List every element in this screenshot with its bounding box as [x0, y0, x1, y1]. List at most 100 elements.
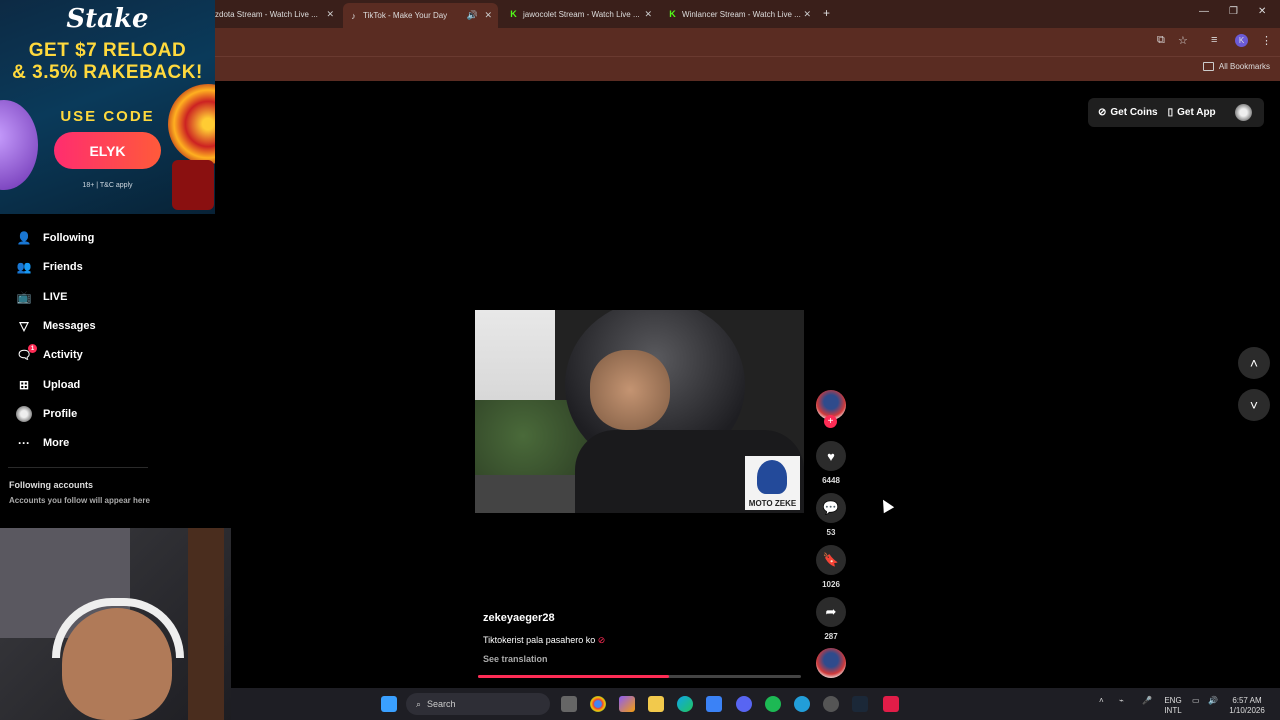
edge-icon[interactable]	[677, 696, 693, 712]
sidebar-item-profile[interactable]: Profile	[16, 406, 77, 422]
all-bookmarks[interactable]: All Bookmarks	[1202, 62, 1270, 71]
video-author[interactable]: zekeyaeger28	[483, 612, 555, 624]
phone-icon: ▯	[1167, 107, 1174, 118]
person-icon: 👤	[16, 231, 32, 245]
profile-icon	[16, 406, 32, 422]
tiktok-icon: ♪	[351, 10, 356, 21]
star-icon[interactable]: ☆	[1178, 34, 1188, 47]
clock-date: 1/10/2026	[1229, 706, 1265, 715]
clock-time: 6:57 AM	[1232, 696, 1262, 705]
comment-count: 53	[826, 528, 836, 537]
install-icon[interactable]: ⧉	[1157, 34, 1165, 47]
see-translation-link[interactable]: See translation	[483, 654, 548, 664]
menu-icon[interactable]: ⋮	[1261, 34, 1272, 47]
steam-icon[interactable]	[852, 696, 868, 712]
sidebar-item-label: More	[43, 437, 70, 449]
moto-zeke-logo: MOTO ZEKE	[745, 456, 800, 510]
folder-icon	[1202, 62, 1214, 71]
video-face	[590, 350, 670, 430]
all-bookmarks-label: All Bookmarks	[1218, 62, 1270, 71]
stake-logo: Stake	[66, 4, 149, 34]
kick-icon: K	[510, 9, 517, 19]
user-avatar[interactable]	[1235, 104, 1252, 121]
sidebar-item-live[interactable]: 📺 LIVE	[16, 289, 68, 305]
task-view-icon[interactable]	[561, 696, 577, 712]
follow-plus-icon[interactable]: +	[824, 415, 837, 428]
get-app-label: Get App	[1177, 107, 1216, 118]
chevron-down-icon: ˅	[1249, 397, 1259, 413]
volume-icon[interactable]: 🔊	[1208, 696, 1218, 706]
language-indicator[interactable]: ENG INTL	[1162, 696, 1184, 716]
close-window-icon[interactable]: ✕	[1258, 6, 1266, 17]
video-caption: Tiktokerist pala pasahero ko ⊘	[483, 635, 605, 646]
no-entry-icon: ⊘	[597, 635, 606, 645]
display-icon[interactable]: ▭	[1192, 696, 1200, 706]
upload-icon: ⊞	[18, 378, 30, 392]
sound-avatar[interactable]	[816, 648, 846, 678]
heart-icon: ♥	[827, 448, 835, 464]
ad-headline-1: GET $7 RELOAD	[28, 40, 187, 61]
get-coins-button[interactable]: ⊘ Get Coins	[1098, 107, 1158, 118]
close-icon[interactable]: ✕	[326, 9, 334, 20]
tray-chevron-icon[interactable]: ˄	[1099, 696, 1104, 706]
sidebar-item-more[interactable]: ··· More	[16, 435, 69, 451]
sidebar-item-label: Upload	[43, 379, 81, 391]
close-icon[interactable]: ✕	[803, 9, 811, 20]
previous-video-button[interactable]: ˄	[1238, 347, 1270, 379]
messages-icon: ▽	[19, 319, 29, 333]
speaker-icon[interactable]: 🔊	[467, 10, 478, 21]
sidebar-divider	[8, 467, 148, 468]
store-icon[interactable]	[706, 696, 722, 712]
like-button[interactable]: ♥	[816, 441, 846, 471]
save-button[interactable]: 🔖	[816, 545, 846, 575]
clock[interactable]: 6:57 AM 1/10/2026	[1224, 696, 1270, 716]
stake-ad-overlay: Stake GET $7 RELOAD & 3.5% RAKEBACK! USE…	[0, 0, 215, 214]
file-explorer-icon[interactable]	[648, 696, 664, 712]
tab-title: kzdota Stream - Watch Live ...	[211, 9, 318, 19]
spotify-icon[interactable]	[765, 696, 781, 712]
windows-start-icon[interactable]	[381, 696, 397, 712]
steam-helper-icon[interactable]	[823, 696, 839, 712]
app-icon[interactable]	[883, 696, 899, 712]
sidebar-item-friends[interactable]: 👥 Friends	[16, 259, 83, 275]
close-icon[interactable]: ✕	[644, 9, 652, 20]
close-icon[interactable]: ✕	[484, 10, 492, 21]
chrome-icon[interactable]	[590, 696, 606, 712]
next-video-button[interactable]: ˅	[1238, 389, 1270, 421]
sidebar-item-activity[interactable]: 🗨 1 Activity	[16, 344, 83, 363]
minimize-icon[interactable]: —	[1199, 6, 1209, 17]
caption-text: Tiktokerist pala pasahero ko	[483, 635, 596, 645]
friends-icon: 👥	[16, 260, 32, 274]
video-player[interactable]: MOTO ZEKE	[475, 310, 804, 513]
microphone-icon[interactable]: 🎤	[1142, 696, 1152, 706]
tab-jawocolet[interactable]: K jawocolet Stream - Watch Live ... ✕	[503, 4, 658, 24]
get-app-button[interactable]: ▯ Get App	[1168, 107, 1216, 118]
sidebar-item-upload[interactable]: ⊞ Upload	[16, 377, 80, 393]
like-count: 6448	[822, 476, 840, 485]
notification-badge: 1	[28, 344, 37, 353]
new-tab-button[interactable]: +	[823, 6, 830, 20]
language-layout: INTL	[1164, 706, 1182, 715]
share-button[interactable]: ➦	[816, 597, 846, 627]
media-icon[interactable]: ≡	[1211, 34, 1217, 46]
video-progress-bar[interactable]	[478, 675, 801, 678]
sidebar-item-label: LIVE	[43, 291, 68, 303]
tab-winlancer[interactable]: K Winlancer Stream - Watch Live ... ✕	[662, 4, 817, 24]
comment-button[interactable]: 💬	[816, 493, 846, 523]
tab-tiktok[interactable]: ♪ TikTok - Make Your Day 🔊 ✕	[343, 3, 498, 28]
profile-avatar-icon[interactable]: K	[1235, 34, 1248, 47]
tab-title: jawocolet Stream - Watch Live ...	[523, 9, 640, 19]
discord-icon[interactable]	[736, 696, 752, 712]
comment-icon: 💬	[822, 500, 840, 515]
sidebar-item-messages[interactable]: ▽ Messages	[16, 318, 95, 334]
network-icon[interactable]: ⌁	[1119, 696, 1124, 706]
live-icon: 📺	[16, 290, 32, 304]
telegram-icon[interactable]	[794, 696, 810, 712]
tab-kzdota[interactable]: kzdota Stream - Watch Live ... ✕	[205, 4, 340, 24]
language-code: ENG	[1164, 696, 1182, 705]
restore-icon[interactable]: ❐	[1229, 6, 1238, 17]
copilot-icon[interactable]	[619, 696, 635, 712]
taskbar-search[interactable]: ⌕ Search	[406, 693, 550, 715]
sidebar-item-following[interactable]: 👤 Following	[16, 230, 95, 246]
share-icon: ➦	[825, 604, 837, 619]
